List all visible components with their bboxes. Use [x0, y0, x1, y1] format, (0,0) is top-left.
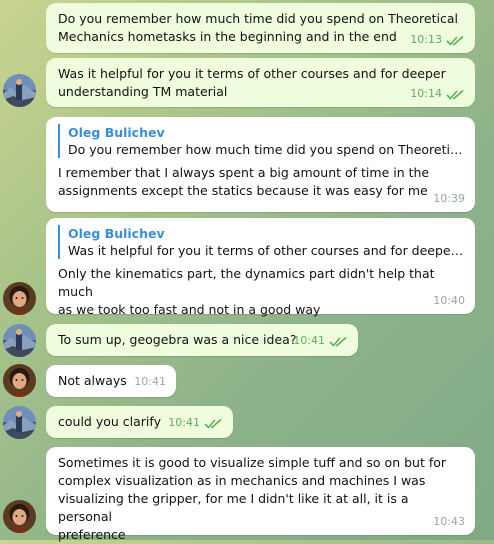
message-time: 10:41 [168, 414, 223, 432]
double-check-icon [446, 89, 465, 100]
message-bubble[interactable]: Sometimes it is good to visualize simple… [46, 447, 475, 542]
timestamp: 10:43 [433, 515, 465, 528]
message-text: Was it helpful for you it terms of other… [58, 66, 446, 99]
timestamp: 10:14 [410, 87, 442, 100]
timestamp: 10:40 [433, 294, 465, 307]
timestamp: 10:41 [168, 416, 200, 429]
reply-quote[interactable]: Oleg Bulichev Do you remember how much t… [58, 124, 465, 158]
double-check-icon [446, 35, 465, 46]
message-bubble[interactable]: Oleg Bulichev Do you remember how much t… [46, 117, 475, 212]
avatar[interactable] [3, 282, 36, 315]
avatar[interactable] [3, 74, 36, 107]
message-time: 10:39 [433, 190, 465, 208]
timestamp: 10:41 [134, 375, 166, 388]
double-check-icon [329, 336, 348, 347]
message-bubble[interactable]: could you clarify 10:41 [46, 406, 233, 438]
reply-author: Oleg Bulichev [68, 226, 165, 241]
message-text: Sometimes it is good to visualize simple… [58, 455, 447, 542]
reply-text: Was it helpful for you it terms of other… [68, 243, 465, 258]
message-time: 10:13 [410, 31, 465, 49]
message-time: 10:43 [433, 513, 465, 531]
message-time: 10:40 [433, 292, 465, 310]
avatar[interactable] [3, 406, 36, 439]
message-bubble[interactable]: Oleg Bulichev Was it helpful for you it … [46, 218, 475, 317]
message-time: 10:41 [134, 373, 166, 391]
avatar-landscape-icon [3, 406, 36, 439]
avatar[interactable] [3, 364, 36, 397]
timestamp: 10:13 [410, 33, 442, 46]
reply-quote[interactable]: Oleg Bulichev Was it helpful for you it … [58, 225, 465, 259]
timestamp: 10:41 [293, 334, 325, 347]
avatar-landscape-icon [3, 324, 36, 357]
reply-author: Oleg Bulichev [68, 125, 165, 140]
avatar-portrait-icon [3, 282, 36, 315]
avatar[interactable] [3, 500, 36, 533]
double-check-icon [204, 418, 223, 429]
avatar-portrait-icon [3, 364, 36, 397]
avatar-portrait-icon [3, 500, 36, 533]
message-time: 10:41 [293, 332, 348, 350]
reply-text: Do you remember how much time did you sp… [68, 142, 465, 157]
message-text: Only the kinematics part, the dynamics p… [58, 266, 435, 317]
message-bubble[interactable]: To sum up, geogebra was a nice idea? 10:… [46, 324, 358, 356]
message-time: 10:14 [410, 85, 465, 103]
message-bubble[interactable]: Not always 10:41 [46, 365, 176, 397]
message-text: I remember that I always spent a big amo… [58, 165, 430, 198]
timestamp: 10:39 [433, 192, 465, 205]
avatar-landscape-icon [3, 74, 36, 107]
message-bubble[interactable]: Do you remember how much time did you sp… [46, 3, 475, 53]
avatar[interactable] [3, 324, 36, 357]
message-bubble[interactable]: Was it helpful for you it terms of other… [46, 58, 475, 107]
message-text: Do you remember how much time did you sp… [58, 11, 458, 44]
